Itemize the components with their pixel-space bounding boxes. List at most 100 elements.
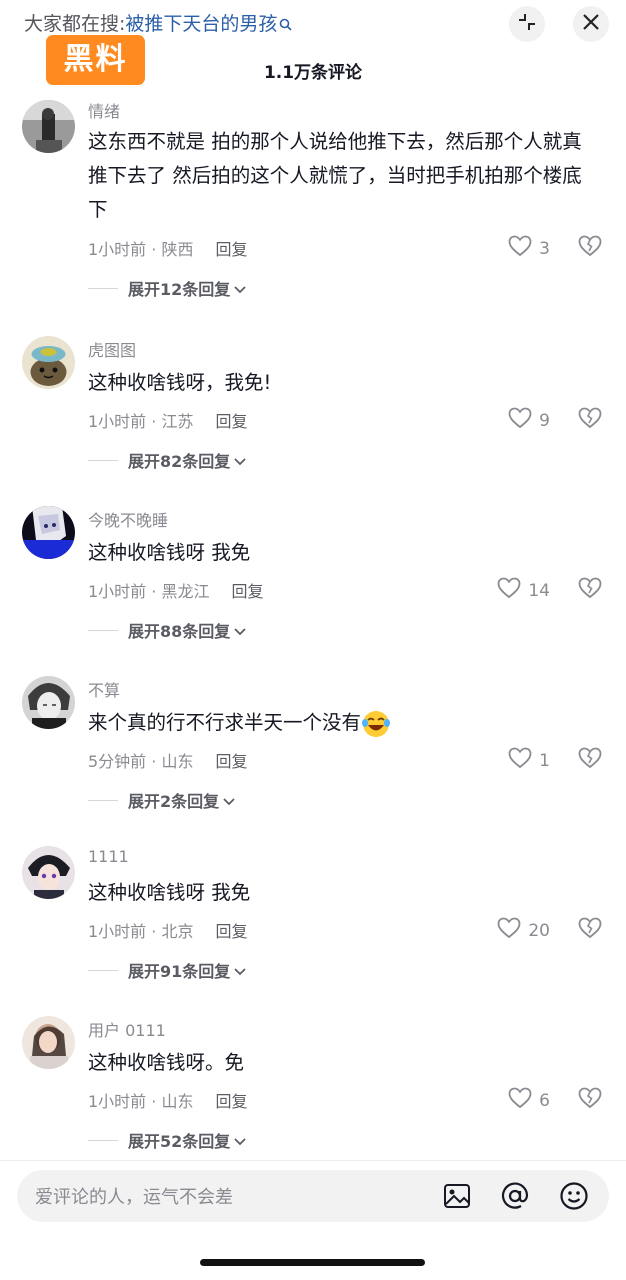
reply-button[interactable]: 回复 — [215, 752, 247, 771]
comment-meta: 1小时前 · 北京 回复 — [88, 918, 247, 942]
comment-username[interactable]: 1111 — [88, 847, 129, 866]
comment-text: 这东西不就是 拍的那个人说给他推下去，然后那个人就真推下去了 然后拍的这个人就慌… — [88, 130, 582, 221]
like-count: 9 — [539, 410, 550, 431]
collapse-icon — [517, 12, 537, 36]
avatar[interactable] — [22, 1016, 75, 1069]
comment-time-location: 5分钟前 · 山东 — [88, 752, 194, 771]
comment-meta: 1小时前 · 黑龙江 回复 — [88, 578, 263, 602]
expand-replies-label: 展开2条回复 — [128, 792, 220, 811]
heart-icon — [507, 1086, 533, 1115]
avatar[interactable] — [22, 100, 75, 153]
reply-button[interactable]: 回复 — [215, 1092, 247, 1111]
avatar[interactable] — [22, 676, 75, 729]
comment-input-bar: 爱评论的人，运气不会差 — [0, 1160, 626, 1230]
divider-line — [88, 459, 118, 461]
expand-replies-button[interactable]: 展开88条回复 — [88, 618, 246, 642]
comment-input-placeholder: 爱评论的人，运气不会差 — [35, 1187, 233, 1208]
laughing-tears-emoji-icon — [361, 709, 391, 739]
comment-meta: 1小时前 · 山东 回复 — [88, 1088, 247, 1112]
expand-replies-button[interactable]: 展开91条回复 — [88, 958, 246, 982]
avatar[interactable] — [22, 506, 75, 559]
heart-icon — [496, 576, 522, 605]
comment-input[interactable]: 爱评论的人，运气不会差 — [17, 1170, 609, 1222]
like-button[interactable]: 20 — [470, 916, 550, 945]
dislike-button[interactable] — [577, 916, 605, 944]
comment-item: 今晚不晚睡 这种收啥钱呀 我免 1小时前 · 黑龙江 回复 14 展开88条回复 — [0, 504, 626, 674]
at-icon[interactable] — [499, 1180, 531, 1212]
divider-line — [88, 1139, 118, 1141]
chevron-down-icon — [234, 1131, 246, 1150]
avatar[interactable] — [22, 336, 75, 389]
avatar[interactable] — [22, 846, 75, 899]
broken-heart-icon — [577, 1087, 603, 1114]
dislike-button[interactable] — [577, 746, 605, 774]
divider-line — [88, 287, 118, 289]
comment-panel-header: 大家都在搜:被推下天台的男孩 黑料 1.1万条评论 — [0, 0, 626, 100]
reply-button[interactable]: 回复 — [215, 412, 247, 431]
comment-time-location: 1小时前 · 江苏 — [88, 412, 194, 431]
comment-item: 用户 0111 这种收啥钱呀。免 1小时前 · 山东 回复 6 展开52条回复 — [0, 1014, 626, 1160]
expand-replies-button[interactable]: 展开12条回复 — [88, 276, 246, 300]
comment-text: 来个真的行不行求半天一个没有 — [88, 706, 600, 740]
reply-button[interactable]: 回复 — [231, 582, 263, 601]
like-button[interactable]: 1 — [470, 746, 550, 775]
comment-meta: 1小时前 · 江苏 回复 — [88, 408, 247, 432]
dislike-button[interactable] — [577, 406, 605, 434]
comment-username[interactable]: 情绪 — [88, 98, 120, 122]
heart-icon — [507, 234, 533, 263]
dislike-button[interactable] — [577, 234, 605, 262]
comment-time-location: 1小时前 · 北京 — [88, 922, 194, 941]
comment-time-location: 1小时前 · 山东 — [88, 1092, 194, 1111]
emoji-icon[interactable] — [558, 1180, 590, 1212]
reply-button[interactable]: 回复 — [215, 240, 247, 259]
comment-meta: 1小时前 · 陕西 回复 — [88, 236, 247, 260]
heart-icon — [496, 916, 522, 945]
comment-text-body: 来个真的行不行求半天一个没有 — [88, 711, 362, 734]
comment-username[interactable]: 不算 — [88, 677, 120, 701]
expand-replies-button[interactable]: 展开82条回复 — [88, 448, 246, 472]
divider-line — [88, 629, 118, 631]
close-icon — [581, 12, 601, 36]
divider-line — [88, 799, 118, 801]
heart-icon — [507, 746, 533, 775]
comment-time-location: 1小时前 · 陕西 — [88, 240, 194, 259]
expand-replies-button[interactable]: 展开2条回复 — [88, 788, 235, 812]
comment-username[interactable]: 虎图图 — [88, 337, 136, 361]
reply-button[interactable]: 回复 — [215, 922, 247, 941]
comment-text: 这种收啥钱呀。免 — [88, 1051, 245, 1074]
like-count: 20 — [528, 920, 550, 941]
expand-replies-button[interactable]: 展开52条回复 — [88, 1128, 246, 1152]
comment-text: 这种收啥钱呀，我免! — [88, 371, 272, 394]
broken-heart-icon — [577, 917, 603, 944]
heart-icon — [507, 406, 533, 435]
chevron-down-icon — [234, 621, 246, 640]
close-button[interactable] — [573, 6, 609, 42]
search-suggestion-query[interactable]: 被推下天台的男孩 — [125, 13, 277, 35]
comment-item: 1111 这种收啥钱呀 我免 1小时前 · 北京 回复 20 展开91条回复 — [0, 844, 626, 1014]
home-indicator[interactable] — [200, 1259, 425, 1266]
collapse-button[interactable] — [509, 6, 545, 42]
dislike-button[interactable] — [577, 1086, 605, 1114]
dislike-button[interactable] — [577, 576, 605, 604]
broken-heart-icon — [577, 407, 603, 434]
like-button[interactable]: 9 — [470, 406, 550, 435]
like-button[interactable]: 6 — [470, 1086, 550, 1115]
like-count: 14 — [528, 580, 550, 601]
like-count: 1 — [539, 750, 550, 771]
expand-replies-label: 展开88条回复 — [128, 622, 231, 641]
expand-replies-label: 展开82条回复 — [128, 452, 231, 471]
comment-list: 情绪 这东西不就是 拍的那个人说给他推下去，然后那个人就真推下去了 然后拍的这个… — [0, 92, 626, 299]
like-button[interactable]: 3 — [470, 234, 550, 263]
comment-item: 不算 来个真的行不行求半天一个没有 5分钟前 · 山东 回复 1 展开2条回复 — [0, 674, 626, 844]
image-icon[interactable] — [441, 1180, 473, 1212]
comment-meta: 5分钟前 · 山东 回复 — [88, 748, 247, 772]
comment-username[interactable]: 今晚不晚睡 — [88, 507, 168, 531]
expand-replies-label: 展开52条回复 — [128, 1132, 231, 1151]
like-count: 3 — [539, 238, 550, 259]
broken-heart-icon — [577, 235, 603, 262]
like-button[interactable]: 14 — [470, 576, 550, 605]
comment-username[interactable]: 用户 0111 — [88, 1017, 166, 1041]
chevron-down-icon — [234, 961, 246, 980]
comment-text: 这种收啥钱呀 我免 — [88, 881, 251, 904]
chevron-down-icon — [234, 279, 246, 298]
